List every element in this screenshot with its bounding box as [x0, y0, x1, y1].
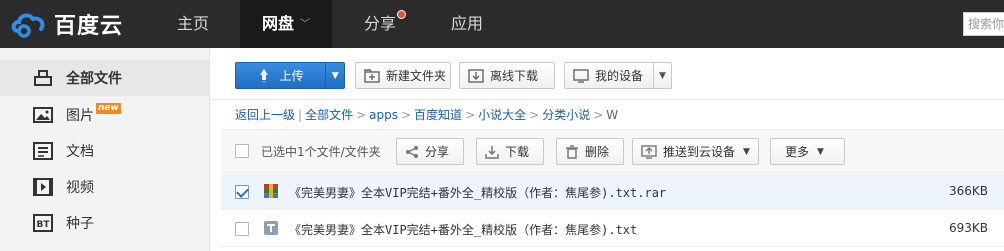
- breadcrumb-item[interactable]: 分类小说: [542, 108, 590, 122]
- sidebar: 全部文件 图片 new 文档 视频 BT 种子: [0, 48, 210, 251]
- selection-count-text: 已选中1个文件/文件夹: [261, 145, 381, 159]
- nav-share[interactable]: 分享: [345, 0, 415, 48]
- file-checkbox[interactable]: [235, 185, 249, 199]
- breadcrumb-separator: >: [400, 108, 412, 122]
- top-navigation-bar: 百度云 主页 网盘 ﹀ 分享 应用 搜索你: [0, 0, 1004, 48]
- breadcrumb-separator: |: [298, 108, 303, 122]
- select-all-checkbox[interactable]: [235, 144, 249, 158]
- document-icon: [32, 141, 54, 161]
- sidebar-item-videos[interactable]: 视频: [0, 169, 209, 205]
- share-icon: [405, 145, 419, 159]
- more-button[interactable]: 更多 ▼: [770, 138, 845, 165]
- breadcrumb-separator: >: [465, 108, 476, 122]
- sidebar-item-label: 文档: [66, 144, 94, 160]
- delete-button[interactable]: 删除: [556, 138, 624, 165]
- main-content: 上传 ▼ 新建文件夹 离线下载 我的设备 ▼ 返回上一级 | 全部文件 > apps > 百…: [211, 48, 1004, 251]
- nav-home[interactable]: 主页: [153, 0, 233, 48]
- file-row[interactable]: 《完美男妻》全本VIP完结+番外全_精校版（作者：焦尾参).txt.rar 36…: [221, 174, 1004, 210]
- sidebar-item-torrents[interactable]: BT 种子: [0, 205, 209, 241]
- sidebar-item-images[interactable]: 图片 new: [0, 97, 209, 133]
- breadcrumb-separator: >: [593, 108, 604, 122]
- txt-file-icon: [264, 221, 278, 235]
- rar-archive-icon: [264, 184, 278, 198]
- nav-pan[interactable]: 网盘 ﹀: [240, 0, 332, 48]
- nav-share-label: 分享: [363, 14, 396, 33]
- breadcrumb-item[interactable]: 小说大全: [478, 108, 526, 122]
- upload-button[interactable]: 上传 ▼: [235, 62, 345, 89]
- search-input[interactable]: 搜索你: [963, 12, 1004, 36]
- upload-dropdown-icon[interactable]: ▼: [326, 71, 344, 81]
- folder-icon: [32, 68, 54, 88]
- my-devices-label: 我的设备: [595, 69, 644, 83]
- file-size: 366KB: [948, 184, 988, 198]
- svg-text:BT: BT: [37, 220, 51, 230]
- breadcrumb-separator: >: [356, 108, 367, 122]
- file-name[interactable]: 《完美男妻》全本VIP完结+番外全_精校版（作者：焦尾参).txt.rar: [289, 184, 666, 201]
- breadcrumb-item[interactable]: 百度知道: [414, 108, 462, 122]
- more-label: 更多: [785, 145, 810, 159]
- nav-app[interactable]: 应用: [432, 0, 502, 48]
- offline-download-button[interactable]: 离线下载: [459, 62, 555, 89]
- offline-download-icon: [468, 68, 484, 83]
- new-folder-label: 新建文件夹: [386, 69, 447, 83]
- breadcrumb-item[interactable]: apps: [369, 108, 398, 122]
- sidebar-item-documents[interactable]: 文档: [0, 133, 209, 169]
- file-size: 693KB: [948, 221, 988, 235]
- chevron-down-icon: ﹀: [300, 19, 310, 30]
- breadcrumb-back-link[interactable]: 返回上一级: [235, 108, 295, 122]
- download-label: 下载: [505, 145, 530, 159]
- sidebar-item-label: 全部文件: [66, 71, 122, 87]
- share-button[interactable]: 分享: [396, 138, 464, 165]
- selection-bar: 已选中1个文件/文件夹 分享 下载 删除 推送到云设备 ▼ 更多 ▼: [221, 129, 1004, 173]
- sidebar-item-label: 种子: [66, 216, 94, 232]
- image-icon: [32, 105, 54, 125]
- upload-rocket-icon: [258, 68, 270, 83]
- my-devices-dropdown-icon[interactable]: ▼: [653, 63, 671, 88]
- sidebar-item-label: 图片: [66, 108, 94, 124]
- chevron-down-icon: ▼: [817, 146, 824, 157]
- breadcrumb-separator: >: [529, 108, 540, 122]
- chevron-down-icon: ▼: [743, 146, 750, 157]
- file-row[interactable]: 《完美男妻》全本VIP完结+番外全_精校版（作者：焦尾参).txt 693KB: [221, 211, 1004, 247]
- sidebar-item-label: 视频: [66, 180, 94, 196]
- trash-icon: [565, 144, 579, 159]
- file-name[interactable]: 《完美男妻》全本VIP完结+番外全_精校版（作者：焦尾参).txt: [289, 221, 637, 238]
- download-button[interactable]: 下载: [476, 138, 544, 165]
- push-device-icon: [641, 144, 657, 159]
- breadcrumb: 返回上一级 | 全部文件 > apps > 百度知道 > 小说大全 > 分类小说 > W: [235, 106, 618, 124]
- baidu-cloud-logo[interactable]: 百度云: [10, 8, 123, 40]
- push-to-device-button[interactable]: 推送到云设备 ▼: [632, 138, 759, 165]
- video-icon: [32, 177, 54, 197]
- cloud-logo-icon: [11, 13, 45, 38]
- new-folder-icon: [364, 68, 380, 83]
- logo-text: 百度云: [54, 14, 124, 39]
- delete-label: 删除: [585, 145, 610, 159]
- bt-icon: BT: [32, 213, 54, 233]
- breadcrumb-current: W: [606, 108, 619, 122]
- sidebar-item-all-files[interactable]: 全部文件: [0, 60, 209, 96]
- notification-dot: [397, 10, 406, 19]
- upload-main[interactable]: 上传: [236, 63, 327, 88]
- upload-label: 上传: [279, 69, 304, 83]
- new-badge: new: [96, 102, 121, 114]
- push-to-device-label: 推送到云设备: [663, 145, 736, 159]
- device-icon: [573, 68, 589, 83]
- file-checkbox[interactable]: [235, 222, 249, 236]
- share-label: 分享: [425, 145, 450, 159]
- toolbar: 上传 ▼ 新建文件夹 离线下载 我的设备 ▼: [211, 48, 1004, 100]
- breadcrumb-item[interactable]: 全部文件: [305, 108, 353, 122]
- nav-pan-label: 网盘: [261, 14, 294, 33]
- new-folder-button[interactable]: 新建文件夹: [355, 62, 451, 89]
- my-devices-button[interactable]: 我的设备 ▼: [564, 62, 672, 89]
- offline-download-label: 离线下载: [490, 69, 539, 83]
- download-icon: [485, 145, 499, 159]
